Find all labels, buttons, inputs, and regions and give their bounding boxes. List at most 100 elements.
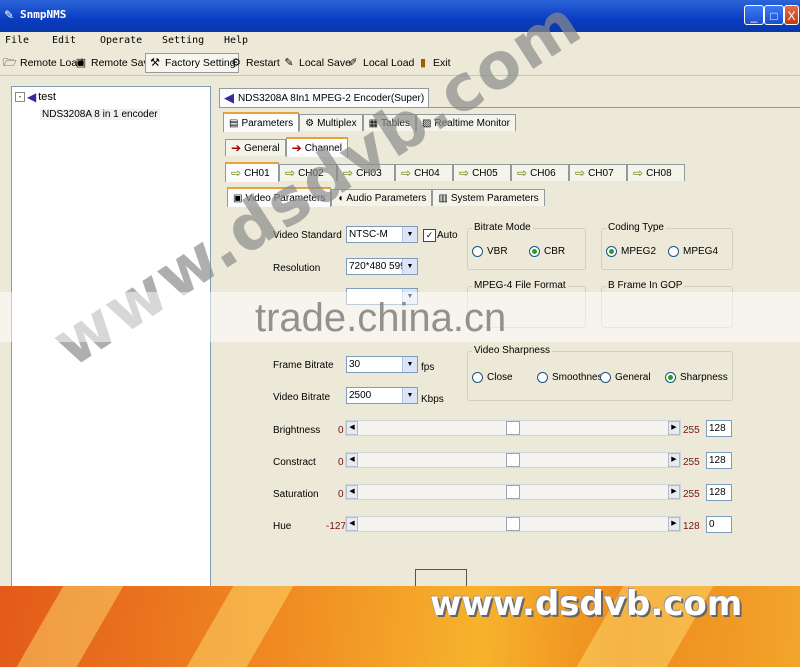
local-load-button[interactable]: ✐ Local Load (346, 55, 414, 71)
radio-vbr[interactable]: VBR (472, 246, 508, 257)
main-tabs: ▤ Parameters ⚙ Multiplex ▦ Tables ▧ Real… (223, 112, 516, 132)
restart-button[interactable]: ⚙ Restart (229, 55, 280, 71)
tab-audio-parameters[interactable]: ◖ Audio Parameters (331, 189, 433, 206)
slider-right-arrow-icon[interactable]: ▶ (668, 485, 680, 499)
radio-cbr[interactable]: CBR (529, 246, 565, 257)
menu-setting[interactable]: Setting (162, 35, 204, 46)
slider-thumb[interactable] (506, 517, 520, 531)
floppy-disk-icon: ▣ (75, 57, 87, 69)
tab-ch06[interactable]: ⇨ CH06 (511, 164, 569, 181)
local-save-button[interactable]: ✎ Local Save (282, 55, 351, 71)
radio-general-circle (600, 372, 611, 383)
brightness-slider[interactable]: ◀ ▶ (345, 420, 681, 436)
b-frame-group: B Frame In GOP (601, 280, 733, 328)
video-standard-select[interactable]: NTSC-M ▼ (346, 226, 418, 243)
chevron-down-icon: ▼ (402, 259, 417, 274)
tab-ch07[interactable]: ⇨ CH07 (569, 164, 627, 181)
video-sharpness-title: Video Sharpness (472, 345, 552, 356)
auto-checkbox[interactable]: ✓ (423, 229, 436, 242)
resolution-select[interactable]: 720*480 5994 ▼ (346, 258, 418, 275)
parameter-tabs: ▣ Video Parameters ◖ Audio Parameters ▥ … (227, 187, 545, 207)
factory-setting-button[interactable]: ⚒ Factory Setting (145, 53, 239, 73)
constract-value[interactable]: 128 (706, 452, 732, 469)
tab-ch04[interactable]: ⇨ CH04 (395, 164, 453, 181)
video-standard-label: Video Standard (273, 230, 342, 241)
device-tab[interactable]: ◀ NDS3208A 8In1 MPEG-2 Encoder(Super) (219, 88, 430, 107)
fps-unit: fps (421, 362, 435, 373)
radio-general[interactable]: General (600, 372, 651, 383)
brightness-max: 255 (683, 425, 700, 436)
tab-parameters[interactable]: ▤ Parameters (223, 112, 300, 132)
tree-expander[interactable]: - (15, 92, 25, 102)
constract-slider[interactable]: ◀ ▶ (345, 452, 681, 468)
menu-operate[interactable]: Operate (100, 35, 142, 46)
menu-file[interactable]: File (5, 35, 29, 46)
tab-ch05[interactable]: ⇨ CH05 (453, 164, 511, 181)
camera-icon: ▣ (233, 192, 243, 204)
close-button[interactable]: X (784, 5, 799, 25)
frame-bitrate-label: Frame Bitrate (273, 360, 334, 371)
frame-bitrate-value: 30 (349, 359, 361, 370)
tab-ch03[interactable]: ⇨ CH03 (337, 164, 395, 181)
video-bitrate-select[interactable]: 2500 ▼ (346, 387, 418, 404)
hue-max: 128 (683, 521, 700, 532)
tab-ch01[interactable]: ⇨ CH01 (225, 162, 279, 182)
slider-thumb[interactable] (506, 421, 520, 435)
slider-thumb[interactable] (506, 485, 520, 499)
tab-channel[interactable]: ➔ Channel (285, 137, 348, 157)
radio-cbr-circle (529, 246, 540, 257)
tab-realtime-monitor[interactable]: ▧ Realtime Monitor (415, 114, 516, 131)
minimize-button[interactable]: _ (744, 5, 764, 25)
slider-right-arrow-icon[interactable]: ▶ (668, 517, 680, 531)
brightness-value[interactable]: 128 (706, 420, 732, 437)
tab-tables[interactable]: ▦ Tables (362, 114, 416, 131)
radio-smoothness[interactable]: Smoothness (537, 372, 608, 383)
radio-mpeg4-circle (668, 246, 679, 257)
tab-multiplex[interactable]: ⚙ Multiplex (299, 114, 363, 131)
general-arrow-icon: ➔ (231, 141, 242, 155)
saturation-value[interactable]: 128 (706, 484, 732, 501)
tab-general[interactable]: ➔ General (225, 139, 286, 156)
radio-mpeg2[interactable]: MPEG2 (606, 246, 656, 257)
remote-save-button[interactable]: ▣ Remote Save (74, 55, 155, 71)
brightness-min: 0 (338, 425, 344, 436)
bitrate-mode-group: Bitrate Mode VBR CBR (467, 222, 586, 270)
node-arrow-icon: ◀ (27, 90, 37, 104)
tab-ch08[interactable]: ⇨ CH08 (627, 164, 685, 181)
slider-left-arrow-icon[interactable]: ◀ (346, 517, 358, 531)
slider-thumb[interactable] (506, 453, 520, 467)
radio-mpeg2-circle (606, 246, 617, 257)
radio-sharpness[interactable]: Sharpness (665, 372, 728, 383)
tab-system-parameters[interactable]: ▥ System Parameters (432, 189, 545, 206)
slider-right-arrow-icon[interactable]: ▶ (668, 453, 680, 467)
radio-mpeg4[interactable]: MPEG4 (668, 246, 718, 257)
tab-ch02[interactable]: ⇨ CH02 (279, 164, 337, 181)
radio-mpeg4-label: MPEG4 (683, 246, 719, 257)
radio-close-label: Close (487, 372, 513, 383)
frame-bitrate-select[interactable]: 30 ▼ (346, 356, 418, 373)
menu-edit[interactable]: Edit (52, 35, 76, 46)
tree-node-encoder[interactable]: ◉ NDS3208A 8 in 1 encoder (40, 107, 160, 121)
hidden-select[interactable]: ▼ (346, 288, 418, 305)
slider-right-arrow-icon[interactable]: ▶ (668, 421, 680, 435)
slider-left-arrow-icon[interactable]: ◀ (346, 485, 358, 499)
tree-root-test[interactable]: - ◀ test (15, 90, 56, 104)
auto-label: Auto (437, 230, 458, 241)
radio-close[interactable]: Close (472, 372, 513, 383)
slider-left-arrow-icon[interactable]: ◀ (346, 453, 358, 467)
saturation-slider[interactable]: ◀ ▶ (345, 484, 681, 500)
hue-slider[interactable]: ◀ ▶ (345, 516, 681, 532)
banner-url: www.dsdvb.com (430, 586, 743, 624)
chevron-down-icon: ▼ (402, 289, 417, 304)
remote-load-button[interactable]: 🗁 Remote Load (3, 55, 83, 71)
slider-left-arrow-icon[interactable]: ◀ (346, 421, 358, 435)
coding-type-title: Coding Type (606, 222, 666, 233)
menu-help[interactable]: Help (224, 35, 248, 46)
tab-channel-label: Channel (304, 142, 342, 154)
maximize-button[interactable]: □ (764, 5, 784, 25)
tab-video-parameters[interactable]: ▣ Video Parameters (227, 187, 332, 207)
hue-value[interactable]: 0 (706, 516, 732, 533)
tab-ch06-label: CH06 (530, 167, 556, 179)
exit-button[interactable]: ▮ Exit (416, 55, 451, 71)
chevron-down-icon: ▼ (402, 357, 417, 372)
